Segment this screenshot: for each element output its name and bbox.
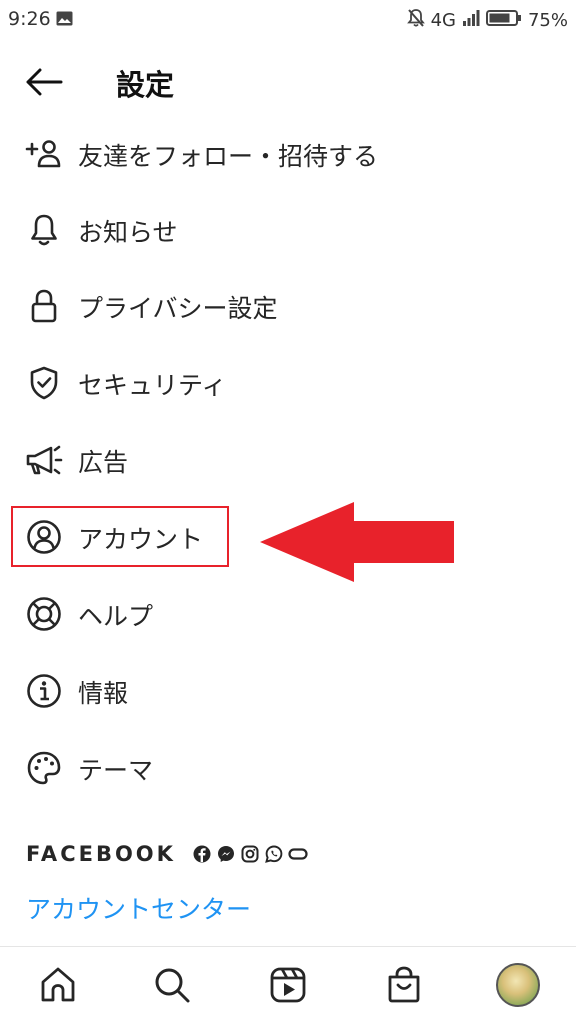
menu-label-theme: テーマ	[78, 756, 154, 785]
battery-percent: 75%	[527, 10, 568, 31]
nav-profile-button[interactable]	[496, 963, 540, 1007]
menu-item-privacy[interactable]: プライバシー設定	[0, 274, 576, 336]
page-title: 設定	[116, 68, 175, 102]
menu-label-follow-invite: 友達をフォロー・招待する	[78, 142, 379, 171]
bottom-nav	[0, 947, 576, 1024]
menu-label-about: 情報	[78, 679, 129, 708]
status-bar: 9:26 4G 75%	[0, 0, 576, 40]
menu-label-ads: 広告	[78, 448, 129, 477]
menu-item-theme[interactable]: テーマ	[0, 736, 576, 798]
search-icon	[155, 968, 190, 1003]
menu-label-security: セキュリティ	[78, 371, 227, 400]
header: 設定	[0, 52, 576, 112]
reels-icon	[270, 967, 306, 1003]
menu-item-help[interactable]: ヘルプ	[0, 582, 576, 644]
facebook-apps-icons	[192, 844, 308, 864]
add-person-icon	[24, 136, 64, 172]
menu-label-help: ヘルプ	[78, 602, 154, 631]
lock-icon	[24, 288, 64, 324]
profile-avatar	[496, 963, 540, 1007]
signal-icon	[462, 9, 480, 32]
nav-search-button[interactable]	[150, 963, 194, 1007]
bell-icon	[24, 212, 64, 248]
facebook-row: FACEBOOK	[26, 840, 308, 868]
shield-check-icon	[24, 365, 64, 401]
megaphone-icon	[24, 442, 64, 478]
status-time: 9:26	[8, 8, 51, 30]
palette-icon	[24, 750, 64, 786]
menu-item-notifications[interactable]: お知らせ	[0, 198, 576, 260]
menu-item-follow-invite[interactable]: 友達をフォロー・招待する	[0, 122, 576, 184]
portal-icon	[288, 844, 308, 864]
nav-reels-button[interactable]	[266, 963, 310, 1007]
messenger-icon	[216, 844, 236, 864]
menu-item-ads[interactable]: 広告	[0, 428, 576, 490]
lifebuoy-icon	[24, 596, 64, 632]
menu-item-security[interactable]: セキュリティ	[0, 351, 576, 413]
gallery-notification-icon	[56, 11, 73, 30]
home-icon	[41, 967, 75, 1002]
notifications-off-icon	[406, 8, 425, 33]
info-icon	[24, 673, 64, 709]
account-highlight-box	[11, 506, 229, 567]
facebook-label: FACEBOOK	[26, 842, 176, 866]
red-arrow-annotation	[260, 502, 454, 582]
network-type: 4G	[430, 10, 456, 31]
shop-icon	[388, 966, 420, 1003]
account-center-link[interactable]: アカウントセンター	[26, 890, 251, 926]
arrow-left-icon	[26, 68, 63, 96]
menu-label-notifications: お知らせ	[78, 218, 178, 247]
nav-shop-button[interactable]	[382, 963, 426, 1007]
battery-icon	[485, 9, 522, 32]
facebook-icon	[192, 844, 212, 864]
whatsapp-icon	[264, 844, 284, 864]
menu-item-about[interactable]: 情報	[0, 659, 576, 721]
nav-home-button[interactable]	[36, 963, 80, 1007]
back-button[interactable]	[24, 64, 64, 100]
instagram-icon	[240, 844, 260, 864]
menu-label-privacy: プライバシー設定	[78, 294, 278, 323]
